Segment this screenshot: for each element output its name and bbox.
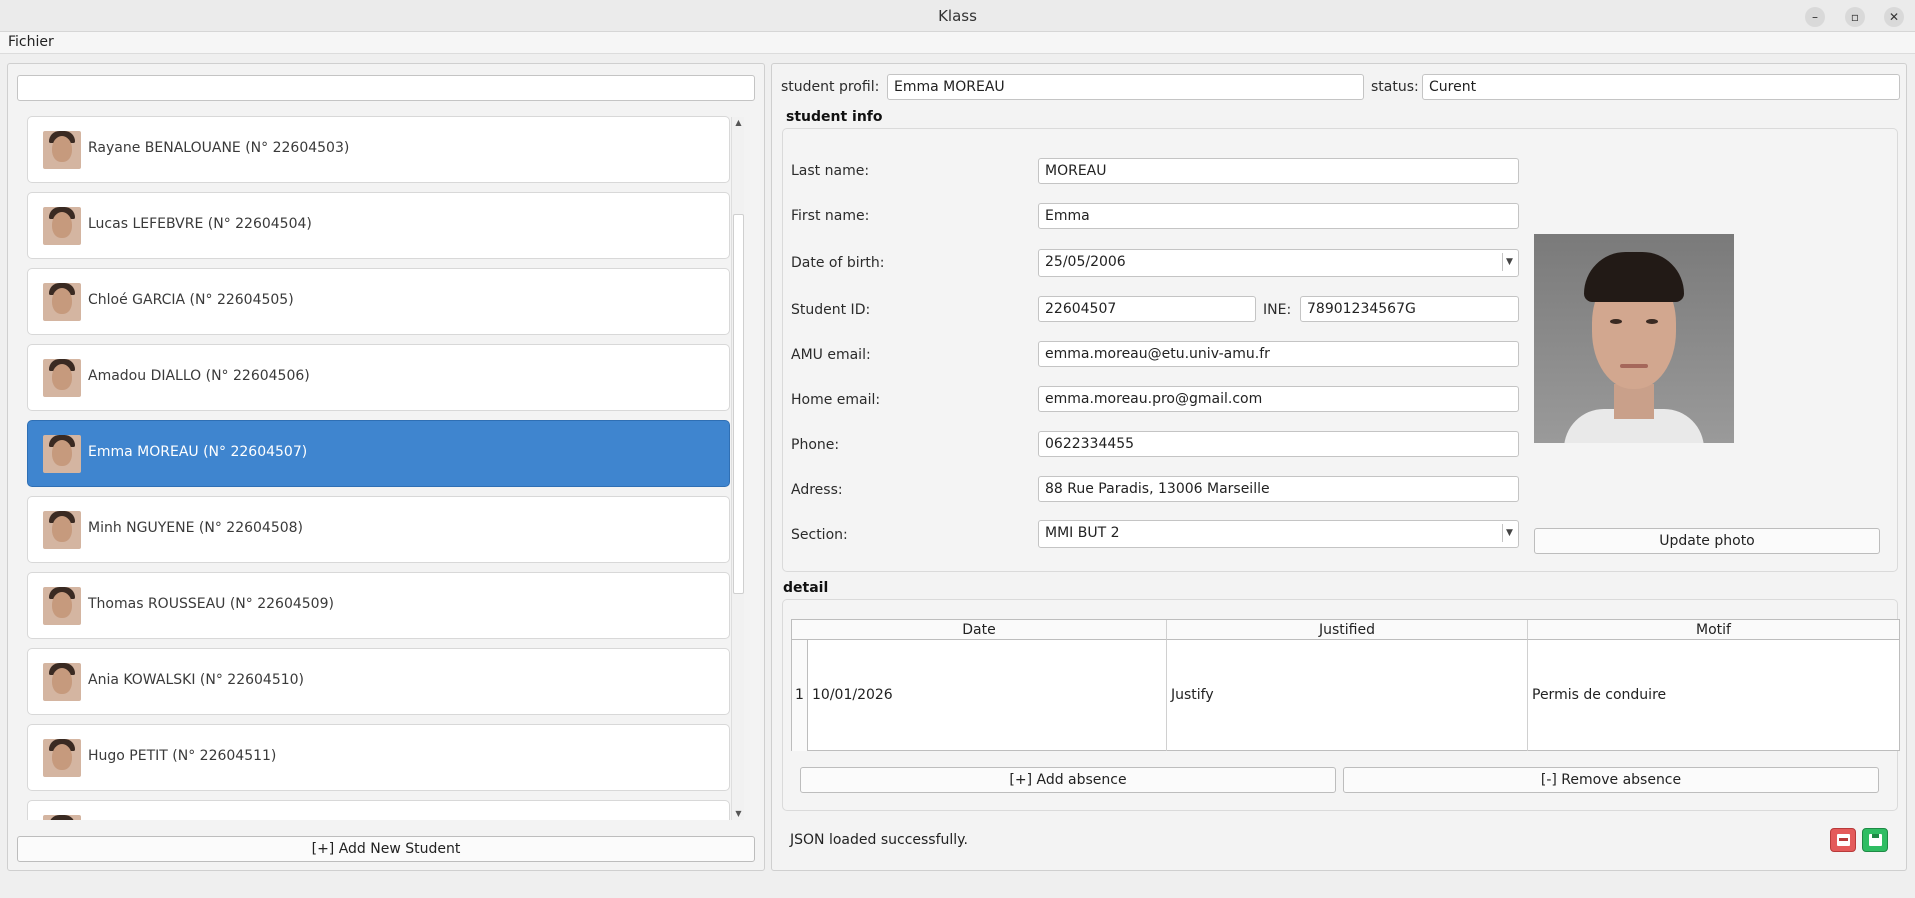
column-header-date[interactable]: Date bbox=[792, 620, 1167, 640]
list-item[interactable]: Lucas LEFEBVRE (N° 22604504) bbox=[27, 192, 730, 259]
avatar bbox=[43, 511, 81, 549]
cell-date[interactable]: 10/01/2026 bbox=[808, 640, 1167, 751]
student-photo bbox=[1534, 234, 1734, 443]
maximize-icon: ▫ bbox=[1850, 10, 1860, 24]
status-label: status: bbox=[1371, 79, 1419, 95]
avatar bbox=[43, 815, 81, 820]
list-item[interactable]: Amadou DIALLO (N° 22604506) bbox=[27, 344, 730, 411]
scroll-thumb[interactable] bbox=[733, 214, 744, 594]
list-item-selected[interactable]: Emma MOREAU (N° 22604507) bbox=[27, 420, 730, 487]
amu-email-label: AMU email: bbox=[791, 347, 871, 363]
chevron-down-icon[interactable]: ▼ bbox=[1502, 524, 1516, 542]
cell-motif[interactable]: Permis de conduire bbox=[1528, 640, 1899, 751]
status-message: JSON loaded successfully. bbox=[790, 832, 968, 848]
cell-justified[interactable]: Justify bbox=[1167, 640, 1528, 751]
profile-label: student profil: bbox=[781, 79, 880, 95]
title-bar: Klass – ▫ ✕ bbox=[0, 0, 1915, 32]
list-item[interactable] bbox=[27, 800, 730, 820]
section-value: MMI BUT 2 bbox=[1045, 525, 1120, 541]
dob-label: Date of birth: bbox=[791, 255, 885, 271]
amu-email-field[interactable]: emma.moreau@etu.univ-amu.fr bbox=[1038, 341, 1519, 367]
profile-name-field[interactable]: Emma MOREAU bbox=[887, 74, 1364, 100]
student-name: Hugo PETIT (N° 22604511) bbox=[88, 748, 277, 764]
home-email-label: Home email: bbox=[791, 392, 881, 408]
close-icon: ✕ bbox=[1888, 10, 1900, 24]
avatar bbox=[43, 283, 81, 321]
add-student-button[interactable]: [+] Add New Student bbox=[17, 836, 755, 862]
minimize-icon: – bbox=[1812, 10, 1818, 24]
student-list: Rayane BENALOUANE (N° 22604503) Lucas LE… bbox=[20, 116, 736, 820]
list-item[interactable]: Minh NGUYENE (N° 22604508) bbox=[27, 496, 730, 563]
list-item[interactable]: Hugo PETIT (N° 22604511) bbox=[27, 724, 730, 791]
avatar bbox=[43, 587, 81, 625]
avatar bbox=[43, 131, 81, 169]
student-name: Emma MOREAU (N° 22604507) bbox=[88, 444, 308, 460]
address-label: Adress: bbox=[791, 482, 843, 498]
section-select[interactable]: MMI BUT 2 ▼ bbox=[1038, 520, 1519, 548]
status-field[interactable]: Curent bbox=[1422, 74, 1900, 100]
phone-label: Phone: bbox=[791, 437, 840, 453]
student-name: Ania KOWALSKI (N° 22604510) bbox=[88, 672, 305, 688]
menu-file[interactable]: Fichier bbox=[8, 34, 54, 50]
reset-icon bbox=[1837, 834, 1850, 846]
address-field[interactable]: 88 Rue Paradis, 13006 Marseille bbox=[1038, 476, 1519, 502]
ine-label: INE: bbox=[1263, 302, 1292, 318]
last-name-label: Last name: bbox=[791, 163, 870, 179]
student-name: Chloé GARCIA (N° 22604505) bbox=[88, 292, 294, 308]
avatar bbox=[43, 435, 81, 473]
first-name-field[interactable]: Emma bbox=[1038, 203, 1519, 229]
student-id-label: Student ID: bbox=[791, 302, 871, 318]
detail-title: detail bbox=[783, 580, 829, 596]
add-absence-button[interactable]: [+] Add absence bbox=[800, 767, 1336, 793]
scroll-down-icon[interactable]: ▼ bbox=[733, 808, 744, 820]
avatar bbox=[43, 207, 81, 245]
search-input[interactable] bbox=[17, 75, 755, 101]
reset-button[interactable] bbox=[1830, 828, 1856, 852]
list-item[interactable]: Chloé GARCIA (N° 22604505) bbox=[27, 268, 730, 335]
ine-field[interactable]: 78901234567G bbox=[1300, 296, 1519, 322]
column-header-motif[interactable]: Motif bbox=[1528, 620, 1899, 640]
absence-table: Date Justified Motif 1 10/01/2026 Justif… bbox=[791, 619, 1900, 751]
student-name: Minh NGUYENE (N° 22604508) bbox=[88, 520, 304, 536]
list-item[interactable]: Rayane BENALOUANE (N° 22604503) bbox=[27, 116, 730, 183]
dob-value: 25/05/2006 bbox=[1045, 254, 1126, 270]
phone-field[interactable]: 0622334455 bbox=[1038, 431, 1519, 457]
section-label: Section: bbox=[791, 527, 848, 543]
student-id-field[interactable]: 22604507 bbox=[1038, 296, 1256, 322]
list-item[interactable]: Thomas ROUSSEAU (N° 22604509) bbox=[27, 572, 730, 639]
window-title: Klass bbox=[938, 7, 977, 25]
save-icon bbox=[1869, 834, 1882, 846]
home-email-field[interactable]: emma.moreau.pro@gmail.com bbox=[1038, 386, 1519, 412]
avatar bbox=[43, 359, 81, 397]
minimize-button[interactable]: – bbox=[1805, 7, 1825, 27]
first-name-label: First name: bbox=[791, 208, 870, 224]
scroll-up-icon[interactable]: ▲ bbox=[733, 117, 744, 129]
update-photo-button[interactable]: Update photo bbox=[1534, 528, 1880, 554]
student-name: Rayane BENALOUANE (N° 22604503) bbox=[88, 140, 350, 156]
dob-select[interactable]: 25/05/2006 ▼ bbox=[1038, 249, 1519, 277]
save-button[interactable] bbox=[1862, 828, 1888, 852]
avatar bbox=[43, 663, 81, 701]
remove-absence-button[interactable]: [-] Remove absence bbox=[1343, 767, 1879, 793]
maximize-button[interactable]: ▫ bbox=[1845, 7, 1865, 27]
menu-bar: Fichier bbox=[0, 32, 1915, 54]
student-name: Amadou DIALLO (N° 22604506) bbox=[88, 368, 310, 384]
list-scrollbar[interactable]: ▲ ▼ bbox=[731, 117, 744, 820]
row-number[interactable]: 1 bbox=[792, 640, 808, 751]
student-name: Lucas LEFEBVRE (N° 22604504) bbox=[88, 216, 312, 232]
last-name-field[interactable]: MOREAU bbox=[1038, 158, 1519, 184]
avatar bbox=[43, 739, 81, 777]
list-item[interactable]: Ania KOWALSKI (N° 22604510) bbox=[27, 648, 730, 715]
chevron-down-icon[interactable]: ▼ bbox=[1502, 253, 1516, 271]
column-header-justified[interactable]: Justified bbox=[1167, 620, 1528, 640]
student-name: Thomas ROUSSEAU (N° 22604509) bbox=[88, 596, 334, 612]
close-button[interactable]: ✕ bbox=[1884, 7, 1904, 27]
student-info-title: student info bbox=[786, 109, 883, 125]
